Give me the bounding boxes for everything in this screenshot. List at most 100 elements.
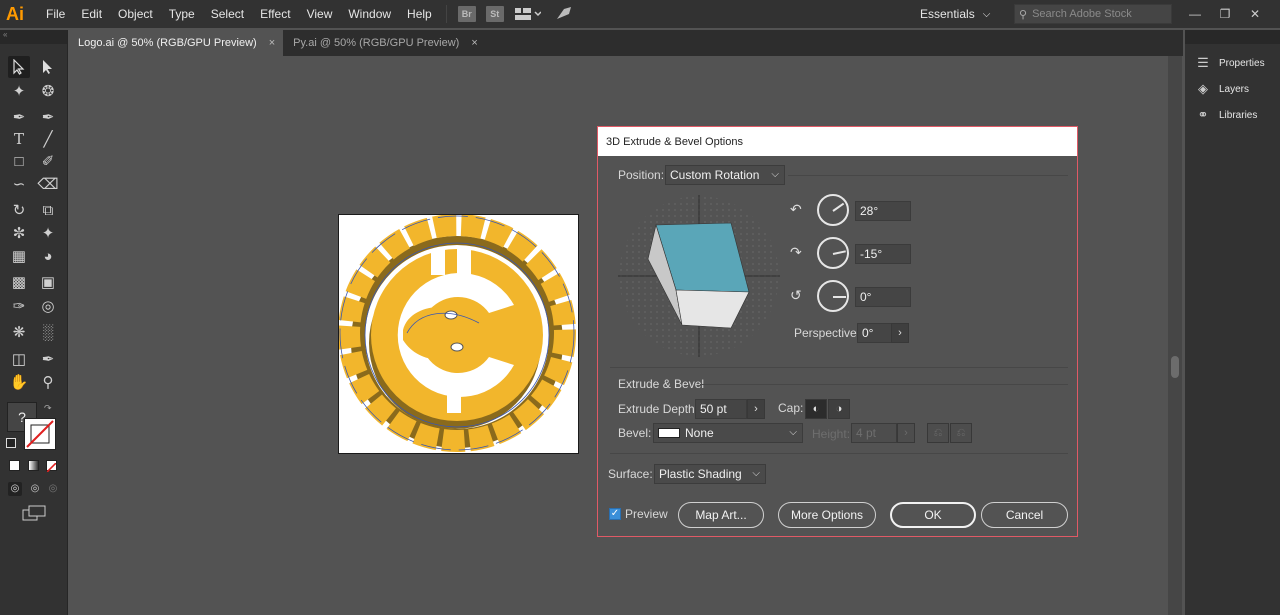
paintbrush-tool-icon[interactable]: ✐ — [37, 150, 59, 172]
rotate-z-dial[interactable] — [817, 280, 849, 312]
menu-select[interactable]: Select — [203, 0, 252, 28]
rotation-cube-track[interactable] — [618, 195, 780, 357]
cancel-button[interactable]: Cancel — [981, 502, 1068, 528]
map-art-button[interactable]: Map Art... — [678, 502, 764, 528]
perspective-input[interactable]: 0° — [857, 323, 893, 343]
rotate-tool-icon[interactable]: ↻ — [8, 199, 30, 221]
preview-label: Preview — [625, 507, 668, 521]
menu-type[interactable]: Type — [161, 0, 203, 28]
vertical-scrollbar[interactable] — [1168, 56, 1182, 615]
bevel-dropdown[interactable]: None ⌵ — [653, 423, 803, 443]
collapse-icon[interactable]: « — [0, 30, 67, 44]
scale-tool-icon[interactable]: ⧉ — [37, 199, 59, 221]
slice-tool-icon[interactable]: ✒ — [37, 348, 59, 370]
color-mode-icon[interactable] — [9, 460, 20, 471]
zoom-tool-icon[interactable]: ⚲ — [37, 371, 59, 393]
blend-tool-icon[interactable]: ◎ — [37, 295, 59, 317]
close-icon[interactable]: × — [471, 37, 477, 49]
selection-tool-icon[interactable] — [8, 56, 30, 78]
close-icon[interactable]: ✕ — [1240, 7, 1270, 21]
collapse-icon[interactable] — [1185, 30, 1280, 44]
menu-object[interactable]: Object — [110, 0, 161, 28]
eyedropper-tool-icon[interactable]: ✑ — [8, 295, 30, 317]
close-icon[interactable]: × — [269, 37, 275, 49]
stock-icon[interactable]: St — [485, 6, 504, 22]
extrude-depth-input[interactable]: 50 pt — [695, 399, 747, 419]
rectangle-tool-icon[interactable]: □ — [8, 150, 30, 172]
arrange-documents-icon[interactable] — [514, 7, 541, 21]
column-graph-tool-icon[interactable]: ░ — [37, 321, 59, 343]
line-tool-icon[interactable]: ╱ — [37, 128, 59, 150]
rotate-y-input[interactable]: -15° — [855, 244, 911, 264]
draw-inside-icon[interactable]: ◎ — [46, 482, 60, 496]
panel-properties[interactable]: ☰ Properties — [1185, 50, 1280, 76]
rotate-y-dial[interactable] — [817, 237, 849, 269]
pen-tool-icon[interactable]: ✒ — [8, 106, 30, 128]
cap-off-button[interactable]: ◑ — [828, 399, 850, 419]
bridge-icon[interactable]: Br — [457, 6, 476, 22]
menu-view[interactable]: View — [299, 0, 341, 28]
symbol-sprayer-tool-icon[interactable]: ❋ — [8, 321, 30, 343]
warp-tool-icon[interactable]: ✼ — [8, 222, 30, 244]
stroke-swatch[interactable] — [24, 418, 56, 450]
magic-wand-tool-icon[interactable]: ✦ — [8, 80, 30, 102]
artboard[interactable] — [338, 214, 579, 454]
rotate-x-dial[interactable] — [817, 194, 849, 226]
perspective-slider-button[interactable]: › — [891, 323, 909, 343]
draw-behind-icon[interactable]: ◎ — [28, 482, 42, 496]
rotate-z-input[interactable]: 0° — [855, 287, 911, 307]
eraser-tool-icon[interactable]: ⌫ — [37, 173, 59, 195]
hand-tool-icon[interactable]: ✋ — [8, 371, 30, 393]
bevel-value: None — [685, 426, 714, 440]
preview-checkbox[interactable]: ✓ — [609, 508, 621, 520]
scrollbar-thumb[interactable] — [1171, 356, 1179, 378]
menu-file[interactable]: File — [38, 0, 73, 28]
ok-button[interactable]: OK — [890, 502, 976, 528]
none-mode-icon[interactable] — [46, 460, 57, 473]
menu-help[interactable]: Help — [399, 0, 440, 28]
more-options-button[interactable]: More Options — [778, 502, 876, 528]
gradient-tool-icon[interactable]: ▣ — [37, 271, 59, 293]
puppet-warp-tool-icon[interactable]: ✦ — [37, 222, 59, 244]
direct-selection-tool-icon[interactable] — [37, 56, 59, 78]
bevel-out-icon: ⎌ — [927, 423, 949, 443]
gradient-mode-icon[interactable] — [28, 460, 39, 471]
artboard-tool-icon[interactable]: ◫ — [8, 348, 30, 370]
cap-on-button[interactable]: ◐ — [805, 399, 827, 419]
swap-fill-stroke-icon[interactable]: ↷ — [44, 403, 52, 414]
position-dropdown[interactable]: Custom Rotation ⌵ — [665, 165, 785, 185]
restore-icon[interactable]: ❐ — [1210, 7, 1240, 21]
lasso-tool-icon[interactable]: ❂ — [37, 80, 59, 102]
type-tool-icon[interactable]: T — [8, 128, 30, 150]
panel-libraries[interactable]: ⚭ Libraries — [1185, 102, 1280, 128]
menu-effect[interactable]: Effect — [252, 0, 298, 28]
curvature-tool-icon[interactable]: ✒ — [37, 106, 59, 128]
workspace-switcher[interactable]: Essentials ⌵ — [920, 0, 990, 28]
surface-dropdown[interactable]: Plastic Shading ⌵ — [654, 464, 766, 484]
extrude-depth-value: 50 pt — [700, 402, 727, 416]
gpu-performance-icon[interactable] — [555, 5, 573, 24]
extrude-bevel-dialog: 3D Extrude & Bevel Options Position: Cus… — [597, 126, 1078, 537]
rotate-x-input[interactable]: 28° — [855, 201, 911, 221]
shape-builder-tool-icon[interactable]: ◕ — [37, 245, 59, 267]
app-logo: Ai — [6, 3, 24, 24]
perspective-grid-tool-icon[interactable]: ▩ — [8, 271, 30, 293]
minimize-icon[interactable]: — — [1180, 7, 1210, 21]
tab-logo[interactable]: Logo.ai @ 50% (RGB/GPU Preview) × — [68, 30, 284, 56]
menu-window[interactable]: Window — [340, 0, 399, 28]
panel-label: Libraries — [1219, 109, 1258, 121]
default-colors-icon[interactable] — [6, 438, 16, 448]
rotate-y-axis-icon: ↷ — [790, 244, 802, 260]
search-placeholder: Search Adobe Stock — [1032, 8, 1132, 20]
menu-edit[interactable]: Edit — [73, 0, 110, 28]
logo-artwork[interactable] — [338, 214, 580, 455]
search-stock-input[interactable]: ⚲ Search Adobe Stock — [1014, 4, 1172, 24]
extrude-depth-slider-button[interactable]: › — [747, 399, 765, 419]
divider — [700, 384, 1068, 385]
screen-mode-icon[interactable] — [22, 505, 46, 524]
draw-normal-icon[interactable]: ◎ — [8, 482, 22, 496]
tab-py[interactable]: Py.ai @ 50% (RGB/GPU Preview) × — [283, 30, 486, 56]
free-transform-tool-icon[interactable]: ▦ — [8, 245, 30, 267]
shaper-tool-icon[interactable]: ∽ — [8, 173, 30, 195]
panel-layers[interactable]: ◈ Layers — [1185, 76, 1280, 102]
